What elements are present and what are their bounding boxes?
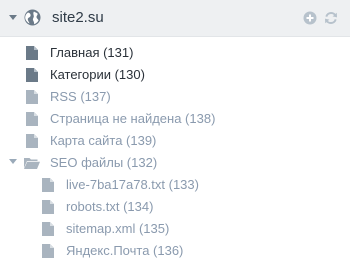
tree-item-label: sitemap.xml (135) [66,221,170,236]
tree-item-label: Категории (130) [50,67,145,82]
tree-item-main[interactable]: Главная (131) [26,42,133,64]
document-icon [26,112,38,126]
document-icon [26,90,38,104]
document-icon [42,222,54,236]
tree-item-live-file[interactable]: live-7ba17a78.txt (133) [42,174,199,196]
globe-icon [24,9,41,26]
tree-item-robots[interactable]: robots.txt (134) [42,196,153,218]
tree-item-label: Главная (131) [50,45,134,60]
document-icon [26,46,38,60]
tree-item-label: live-7ba17a78.txt (133) [66,177,199,192]
tree-folder-label: SEO файлы (132) [50,155,158,170]
document-icon [26,134,38,148]
refresh-icon[interactable] [324,11,338,25]
tree-item-sitemap-page[interactable]: Карта сайта (139) [26,130,156,152]
document-icon [42,200,54,214]
tree-item-not-found[interactable]: Страница не найдена (138) [26,108,215,130]
tree-item-label: Карта сайта (139) [50,133,157,148]
site-header[interactable]: site2.su [0,0,350,37]
document-icon [42,178,54,192]
tree-item-yandex-mail[interactable]: Яндекс.Почта (136) [42,240,183,262]
site-name[interactable]: site2.su [52,8,104,28]
plus-circle-icon[interactable] [303,11,317,25]
tree-item-sitemap-xml[interactable]: sitemap.xml (135) [42,218,169,240]
document-icon [26,68,38,82]
tree-item-label: Страница не найдена (138) [50,111,216,126]
tree-folder-seo[interactable]: SEO файлы (132) [24,152,157,174]
collapse-caret-icon[interactable] [9,15,17,20]
tree-item-label: Яндекс.Почта (136) [66,243,184,258]
tree-item-rss[interactable]: RSS (137) [26,86,111,108]
document-icon [42,244,54,258]
folder-expand-caret-icon[interactable] [9,159,17,164]
tree-item-categories[interactable]: Категории (130) [26,64,145,86]
tree-item-label: robots.txt (134) [66,199,154,214]
site-tree-panel: site2.su Главная (131) Категории (130) R… [0,0,350,273]
tree-item-label: RSS (137) [50,89,111,104]
folder-icon [24,158,40,169]
